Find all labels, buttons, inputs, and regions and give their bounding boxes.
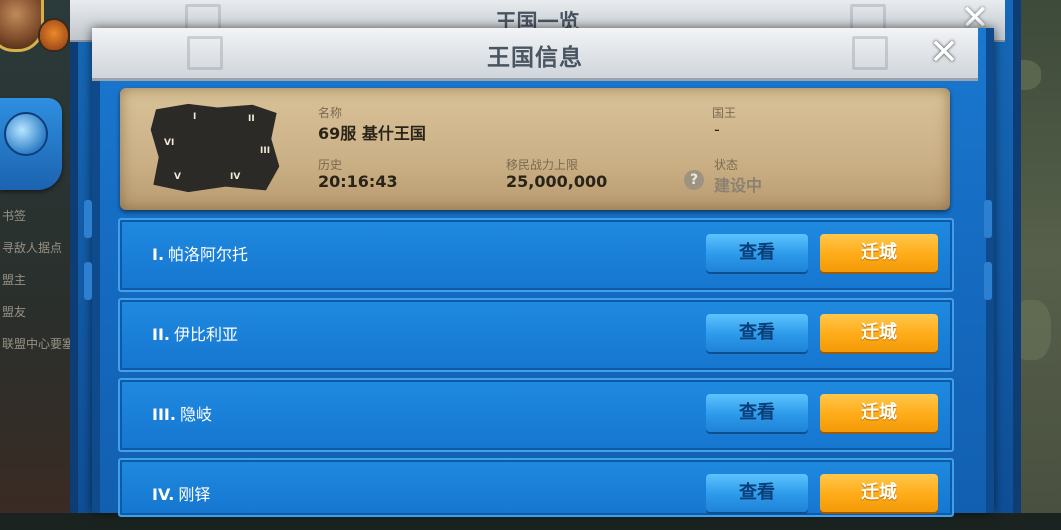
kingdom-info-card: I II III IV V VI 名称 69服 基什王国 国王 - 历史 20:… <box>120 88 950 210</box>
king-value: - <box>714 120 720 139</box>
region-row: II. 伊比利亚 查看 迁城 <box>118 298 954 372</box>
sidebar-item[interactable]: 盟友 <box>0 296 80 328</box>
side-tab <box>84 200 92 238</box>
close-icon[interactable]: ✕ <box>924 32 964 74</box>
sidebar-item[interactable]: 寻敌人据点 <box>0 232 80 264</box>
view-button[interactable]: 查看 <box>706 314 808 352</box>
migration-limit-label: 移民战力上限 <box>506 158 579 172</box>
sidebar-item[interactable]: 盟主 <box>0 264 80 296</box>
side-tab <box>984 262 992 300</box>
relocate-button[interactable]: 迁城 <box>820 474 938 512</box>
region-name: III. 隐岐 <box>152 405 212 424</box>
map-region-label: V <box>174 172 181 182</box>
region-name: II. 伊比利亚 <box>152 325 238 344</box>
region-row: IV. 刚铎 查看 迁城 <box>118 458 954 517</box>
view-button[interactable]: 查看 <box>706 234 808 272</box>
relocate-button[interactable]: 迁城 <box>820 394 938 432</box>
status-label: 状态 <box>714 158 739 172</box>
relocate-button[interactable]: 迁城 <box>820 314 938 352</box>
kingdom-info-header: 王国信息 ✕ <box>92 28 978 81</box>
map-region-label: II <box>248 114 255 124</box>
relocate-button[interactable]: 迁城 <box>820 234 938 272</box>
side-tab <box>984 200 992 238</box>
view-button[interactable]: 查看 <box>706 474 808 512</box>
sidebar-list: 书签 寻敌人据点 盟主 盟友 联盟中心要塞 <box>0 200 80 360</box>
region-row: III. 隐岐 查看 迁城 <box>118 378 954 452</box>
side-tab <box>84 262 92 300</box>
map-region-label: I <box>193 112 197 122</box>
migration-limit-value: 25,000,000 <box>506 172 608 191</box>
status-value: 建设中 <box>714 176 763 195</box>
globe-icon <box>4 112 48 156</box>
view-button[interactable]: 查看 <box>706 394 808 432</box>
kingdom-map-icon[interactable]: I II III IV V VI <box>150 103 280 193</box>
rank-badge-icon[interactable] <box>40 20 68 50</box>
region-name: I. 帕洛阿尔托 <box>152 245 249 264</box>
sidebar-item[interactable]: 书签 <box>0 200 80 232</box>
world-map-tab[interactable] <box>0 98 62 190</box>
map-region-label: III <box>260 146 271 156</box>
name-label: 名称 <box>318 106 343 120</box>
sidebar-item[interactable]: 联盟中心要塞 <box>0 328 80 360</box>
history-label: 历史 <box>318 158 343 172</box>
kingdom-name: 69服 基什王国 <box>318 124 426 143</box>
region-row: I. 帕洛阿尔托 查看 迁城 <box>118 218 954 292</box>
help-icon[interactable]: ? <box>684 170 704 190</box>
region-name: IV. 刚铎 <box>152 485 211 504</box>
king-label: 国王 <box>712 106 737 120</box>
history-timer: 20:16:43 <box>318 172 398 191</box>
kingdom-info-title: 王国信息 <box>487 45 583 71</box>
map-region-label: VI <box>164 138 175 148</box>
map-region-label: IV <box>230 172 241 182</box>
